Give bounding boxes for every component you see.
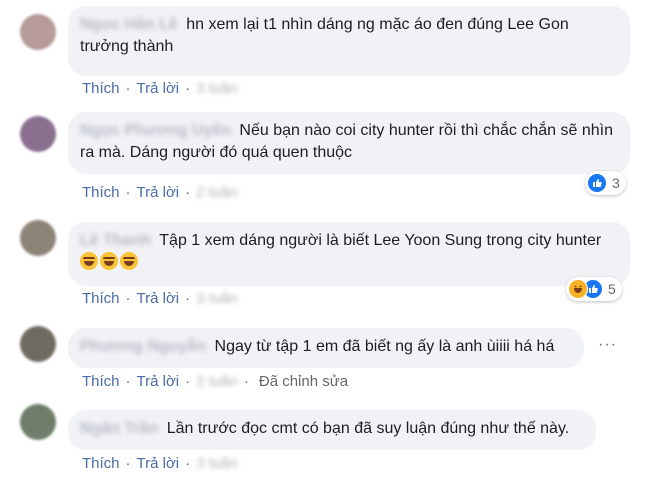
more-options-icon[interactable]: ··· [598, 336, 617, 354]
separator: · [125, 290, 131, 307]
reaction-summary[interactable]: 3 [585, 171, 626, 195]
like-button[interactable]: Thích [82, 80, 120, 97]
separator: · [125, 184, 131, 201]
haha-icon [568, 279, 588, 299]
separator: · [185, 184, 191, 201]
comment-text: Tập 1 xem dáng người là biết Lee Yoon Su… [159, 232, 602, 249]
avatar[interactable] [20, 326, 56, 362]
comment-author[interactable]: Ngân Trần [80, 418, 158, 440]
avatar[interactable] [20, 220, 56, 256]
like-button[interactable]: Thích [82, 455, 120, 472]
comment-timestamp[interactable]: 3 tuần [196, 290, 238, 307]
like-button[interactable]: Thích [82, 290, 120, 307]
comment-bubble: Phương Nguyễn Ngay từ tập 1 em đã biết n… [68, 328, 584, 368]
comment-text: Ngay từ tập 1 em đã biết ng ấy là anh ùi… [214, 338, 555, 355]
comment-actions: Thích · Trả lời · 3 tuần [82, 455, 238, 472]
avatar[interactable] [20, 116, 56, 152]
comment-actions: Thích · Trả lời · 2 tuần [82, 184, 238, 201]
comment-bubble: Ngọc Hân Lê hn xem lại t1 nhìn dáng ng m… [68, 6, 630, 76]
like-icon [587, 173, 607, 193]
comment-timestamp[interactable]: 2 tuần [196, 373, 238, 390]
separator: · [185, 290, 191, 307]
comment-author[interactable]: Ngọc Phương Uyên [80, 120, 231, 142]
comment-timestamp[interactable]: 2 tuần [196, 184, 238, 201]
reaction-summary[interactable]: 5 [566, 277, 622, 301]
rofl-emoji-icon [100, 252, 118, 270]
comment-actions: Thích · Trả lời · 3 tuần [82, 290, 238, 307]
comment-timestamp[interactable]: 3 tuần [196, 455, 238, 472]
comment-bubble: Lê Thanh Tập 1 xem dáng người là biết Le… [68, 222, 630, 286]
comment-bubble: Ngọc Phương Uyên Nếu bạn nào coi city hu… [68, 112, 630, 174]
separator: · [185, 455, 191, 472]
edited-label[interactable]: Đã chỉnh sửa [259, 373, 348, 390]
comment-actions: Thích · Trả lời · 3 tuần [82, 80, 238, 97]
reply-button[interactable]: Trả lời [137, 184, 180, 201]
separator: · [125, 80, 131, 97]
reply-button[interactable]: Trả lời [137, 373, 180, 390]
separator: · [185, 80, 191, 97]
reply-button[interactable]: Trả lời [137, 455, 180, 472]
reply-button[interactable]: Trả lời [137, 290, 180, 307]
separator: · [125, 373, 131, 390]
comment-author[interactable]: Ngọc Hân Lê [80, 14, 178, 36]
avatar[interactable] [20, 14, 56, 50]
separator: · [185, 373, 191, 390]
comment-bubble: Ngân Trần Lần trước đọc cmt có bạn đã su… [68, 410, 596, 450]
rofl-emoji-icon [80, 252, 98, 270]
rofl-emoji-icon [120, 252, 138, 270]
avatar[interactable] [20, 404, 56, 440]
comment-text: Lần trước đọc cmt có bạn đã suy luận đún… [166, 420, 570, 437]
reply-button[interactable]: Trả lời [137, 80, 180, 97]
reaction-count: 3 [612, 175, 620, 191]
separator: · [125, 455, 131, 472]
like-button[interactable]: Thích [82, 184, 120, 201]
reaction-count: 5 [608, 281, 616, 297]
comment-author[interactable]: Lê Thanh [80, 230, 151, 252]
separator: · [243, 373, 249, 390]
comment-actions: Thích · Trả lời · 2 tuần · Đã chỉnh sửa [82, 373, 348, 390]
comment-timestamp[interactable]: 3 tuần [196, 80, 238, 97]
like-button[interactable]: Thích [82, 373, 120, 390]
comment-author[interactable]: Phương Nguyễn [80, 336, 206, 358]
